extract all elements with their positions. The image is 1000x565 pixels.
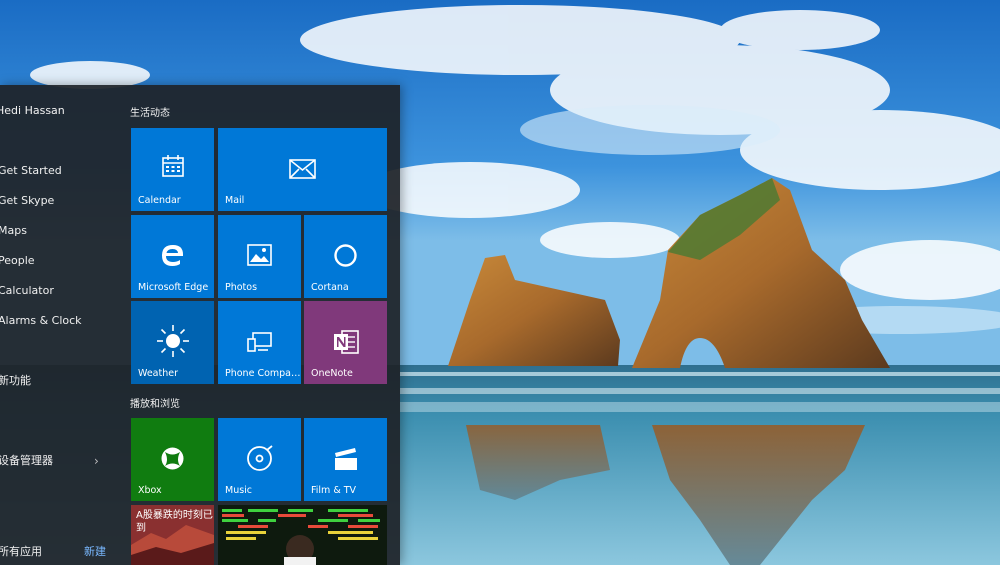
stock-board-image: [218, 505, 387, 565]
mail-icon: [289, 159, 316, 179]
app-list-item[interactable]: People: [0, 253, 35, 269]
user-account-name[interactable]: Hedi Hassan: [0, 104, 65, 117]
tile-group-title: 生活动态: [130, 108, 170, 119]
chevron-right-icon: ›: [94, 454, 99, 468]
photos-icon: [247, 244, 272, 266]
tile-label: Xbox: [138, 485, 162, 496]
tile-cortana[interactable]: Cortana: [304, 215, 387, 298]
tile-music[interactable]: Music: [218, 418, 301, 501]
tile-mail[interactable]: Mail: [218, 128, 387, 211]
tile-phone-companion[interactable]: Phone Compa…: [218, 301, 301, 384]
onenote-icon: [334, 330, 359, 354]
news-headline: A股暴跌的时刻已到: [136, 510, 213, 534]
tile-money[interactable]: [218, 505, 387, 565]
app-list-item[interactable]: Calculator: [0, 283, 54, 299]
film-icon: [335, 448, 357, 470]
tile-photos[interactable]: Photos: [218, 215, 301, 298]
all-apps-button[interactable]: 所有应用: [0, 543, 42, 559]
app-list-item[interactable]: Maps: [0, 223, 27, 239]
tile-label: Film & TV: [311, 485, 357, 496]
edge-icon: [162, 245, 183, 266]
calendar-icon: [162, 155, 184, 177]
tile-news[interactable]: A股暴跌的时刻已到: [131, 505, 214, 565]
tile-microsoft-edge[interactable]: Microsoft Edge: [131, 215, 214, 298]
tile-label: Mail: [225, 195, 245, 206]
cortana-icon: [334, 244, 357, 267]
new-link[interactable]: 新建: [84, 543, 106, 559]
tile-group-title: 播放和浏览: [130, 399, 180, 410]
tile-weather[interactable]: Weather: [131, 301, 214, 384]
app-list-item[interactable]: Get Started: [0, 163, 62, 179]
app-list-item[interactable]: Alarms & Clock: [0, 313, 82, 329]
tile-xbox[interactable]: Xbox: [131, 418, 214, 501]
tile-label: OneNote: [311, 368, 353, 379]
start-left-column: Hedi Hassan Get Started Get Skype Maps P…: [0, 85, 120, 565]
tile-label: Photos: [225, 282, 258, 293]
start-menu: Hedi Hassan Get Started Get Skype Maps P…: [0, 85, 400, 565]
phone-companion-icon: [247, 332, 272, 352]
tile-film-and-tv[interactable]: Film & TV: [304, 418, 387, 501]
tile-label: Calendar: [138, 195, 181, 206]
tile-label: Cortana: [311, 282, 349, 293]
app-list-item[interactable]: 新功能: [0, 373, 31, 389]
app-list-item[interactable]: Get Skype: [0, 193, 54, 209]
app-list-item-expandable[interactable]: 设备管理器 ›: [0, 453, 99, 469]
tile-onenote[interactable]: OneNote: [304, 301, 387, 384]
sun-icon: [157, 325, 189, 357]
tile-label: Weather: [138, 368, 178, 379]
tile-label: Music: [225, 485, 253, 496]
tile-calendar[interactable]: Calendar: [131, 128, 214, 211]
music-icon: [247, 445, 273, 471]
app-list-item-label: 设备管理器: [0, 454, 53, 467]
tile-label: Microsoft Edge: [138, 282, 209, 293]
xbox-icon: [161, 447, 184, 470]
tile-label: Phone Compa…: [225, 368, 301, 379]
